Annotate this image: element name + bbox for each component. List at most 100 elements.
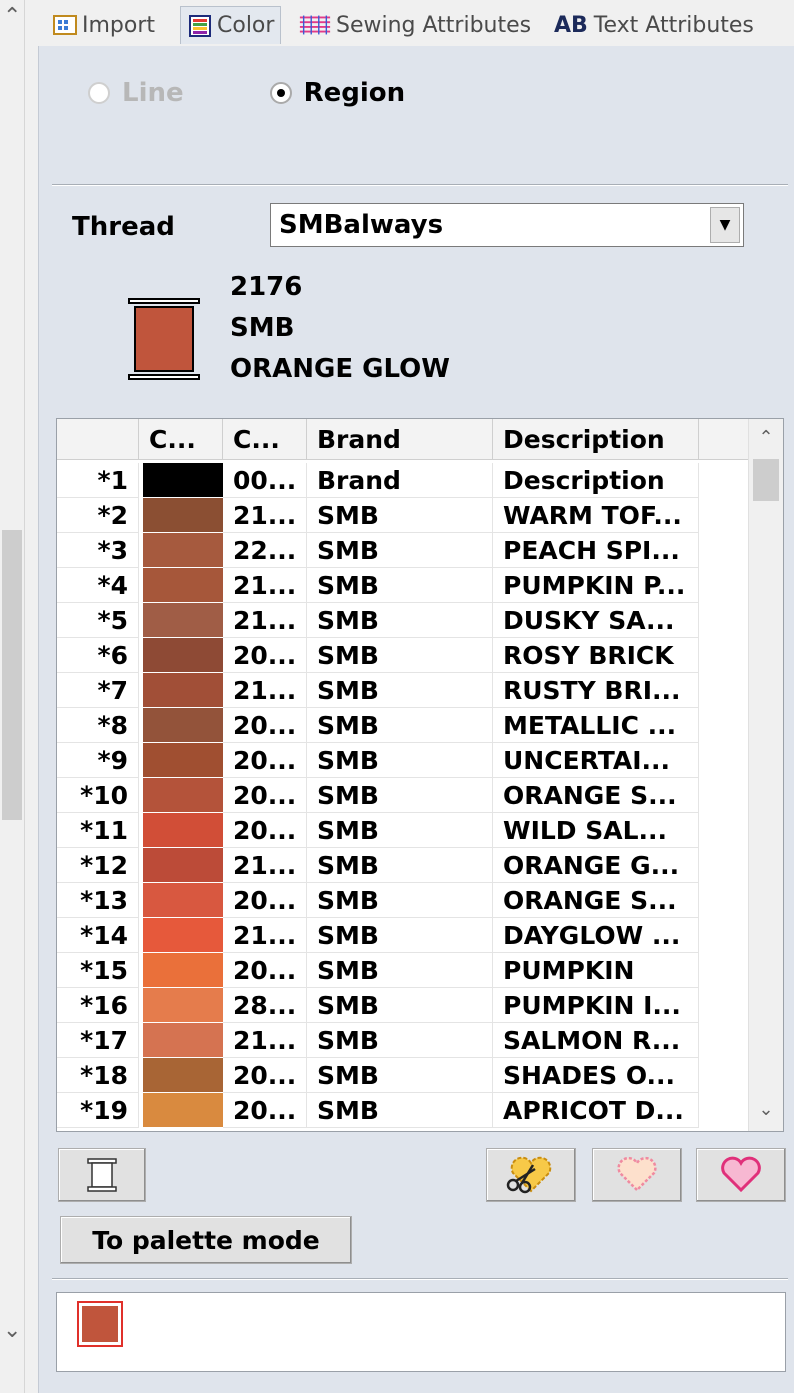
row-index: *6 <box>57 638 139 673</box>
import-grid-icon <box>53 15 77 35</box>
table-row[interactable]: *2 21... SMB WARM TOF... <box>57 498 749 533</box>
row-description: SALMON R... <box>493 1023 699 1058</box>
table-row[interactable]: *11 20... SMB WILD SAL... <box>57 813 749 848</box>
thread-spool-button[interactable] <box>58 1148 146 1202</box>
table-row[interactable]: *10 20... SMB ORANGE S... <box>57 778 749 813</box>
color-swatch <box>143 953 223 988</box>
row-brand: Brand <box>307 463 493 498</box>
mode-radio-group: Line Region <box>88 78 405 108</box>
heart-outline-button[interactable] <box>592 1148 682 1202</box>
row-index: *1 <box>57 463 139 498</box>
table-row[interactable]: *14 21... SMB DAYGLOW ... <box>57 918 749 953</box>
current-color-brand: SMB <box>230 313 295 343</box>
table-scrollbar[interactable]: ⌃ ⌄ <box>748 419 783 1131</box>
thread-dropdown[interactable]: SMBalways ▼ <box>270 203 744 247</box>
column-header-color[interactable]: C... <box>139 419 223 459</box>
row-index: *12 <box>57 848 139 883</box>
row-description: PUMPKIN I... <box>493 988 699 1023</box>
scroll-up-arrow-icon[interactable]: ⌃ <box>3 4 21 29</box>
column-header-brand[interactable]: Brand <box>307 419 493 459</box>
table-row[interactable]: *13 20... SMB ORANGE S... <box>57 883 749 918</box>
color-swatch <box>143 1058 223 1093</box>
row-index: *9 <box>57 743 139 778</box>
left-scrollbar[interactable]: ⌃ ⌄ <box>0 0 25 1393</box>
cut-heart-button[interactable] <box>486 1148 576 1202</box>
tab-import-label: Import <box>82 12 156 38</box>
divider-bottom <box>52 1278 788 1280</box>
table-scroll-thumb[interactable] <box>753 459 779 501</box>
row-brand: SMB <box>307 568 493 603</box>
table-row[interactable]: *5 21... SMB DUSKY SA... <box>57 603 749 638</box>
row-code: 21... <box>223 918 307 953</box>
row-index: *2 <box>57 498 139 533</box>
row-brand: SMB <box>307 953 493 988</box>
palette-color-swatch[interactable] <box>77 1301 123 1347</box>
line-radio-label: Line <box>122 78 184 108</box>
row-index: *5 <box>57 603 139 638</box>
row-description: ORANGE S... <box>493 778 699 813</box>
chevron-down-icon[interactable]: ▼ <box>710 207 740 243</box>
region-radio[interactable] <box>269 82 292 104</box>
column-header-index[interactable] <box>57 419 139 459</box>
table-row[interactable]: *17 21... SMB SALMON R... <box>57 1023 749 1058</box>
current-color-code: 2176 <box>230 272 303 302</box>
table-row[interactable]: *12 21... SMB ORANGE G... <box>57 848 749 883</box>
row-description: ORANGE G... <box>493 848 699 883</box>
tab-text-attributes[interactable]: AB Text Attributes <box>548 6 760 44</box>
color-swatch <box>143 1023 223 1058</box>
tab-bar: Import Color Sewing Attributes AB Text A… <box>40 0 794 46</box>
table-row[interactable]: *6 20... SMB ROSY BRICK <box>57 638 749 673</box>
column-header-code[interactable]: C... <box>223 419 307 459</box>
table-row[interactable]: *8 20... SMB METALLIC ... <box>57 708 749 743</box>
to-palette-mode-label: To palette mode <box>92 1225 320 1255</box>
color-swatch <box>143 708 223 743</box>
row-description: PUMPKIN <box>493 953 699 988</box>
color-swatch <box>143 1093 223 1128</box>
scroll-down-arrow-icon[interactable]: ⌄ <box>3 1318 21 1343</box>
table-row[interactable]: *15 20... SMB PUMPKIN <box>57 953 749 988</box>
scroll-thumb[interactable] <box>2 530 22 820</box>
row-index: *16 <box>57 988 139 1023</box>
palette-preview-box[interactable] <box>56 1292 786 1372</box>
table-row[interactable]: *1 00... Brand Description <box>57 463 749 498</box>
row-description: METALLIC ... <box>493 708 699 743</box>
tab-sewing-attributes[interactable]: Sewing Attributes <box>292 6 537 44</box>
row-code: 20... <box>223 883 307 918</box>
table-row[interactable]: *3 22... SMB PEACH SPI... <box>57 533 749 568</box>
table-scroll-down-icon[interactable]: ⌄ <box>749 1099 783 1120</box>
tab-color[interactable]: Color <box>180 6 282 44</box>
row-index: *11 <box>57 813 139 848</box>
current-color-description: ORANGE GLOW <box>230 354 450 384</box>
row-brand: SMB <box>307 883 493 918</box>
table-row[interactable]: *18 20... SMB SHADES O... <box>57 1058 749 1093</box>
row-index: *13 <box>57 883 139 918</box>
table-row[interactable]: *19 20... SMB APRICOT D... <box>57 1093 749 1128</box>
table-row[interactable]: *9 20... SMB UNCERTAI... <box>57 743 749 778</box>
color-palette-icon <box>189 14 211 37</box>
color-swatch <box>143 638 223 673</box>
row-index: *4 <box>57 568 139 603</box>
heart-pink-button[interactable] <box>696 1148 786 1202</box>
text-ab-icon: AB <box>554 12 588 38</box>
table-row[interactable]: *16 28... SMB PUMPKIN I... <box>57 988 749 1023</box>
row-code: 21... <box>223 603 307 638</box>
row-code: 20... <box>223 813 307 848</box>
tab-import[interactable]: Import <box>46 6 161 44</box>
color-swatch <box>143 603 223 638</box>
line-radio[interactable] <box>88 82 110 104</box>
column-header-description[interactable]: Description <box>493 419 699 459</box>
row-index: *19 <box>57 1093 139 1128</box>
row-brand: SMB <box>307 498 493 533</box>
to-palette-mode-button[interactable]: To palette mode <box>60 1216 352 1264</box>
row-brand: SMB <box>307 918 493 953</box>
table-row[interactable]: *4 21... SMB PUMPKIN P... <box>57 568 749 603</box>
color-swatch <box>143 673 223 708</box>
row-index: *15 <box>57 953 139 988</box>
thread-color-table[interactable]: C... C... Brand Description *1 00... Brand… <box>56 418 784 1132</box>
color-swatch <box>143 988 223 1023</box>
color-swatch <box>143 533 223 568</box>
row-description: PUMPKIN P... <box>493 568 699 603</box>
table-row[interactable]: *7 21... SMB RUSTY BRI... <box>57 673 749 708</box>
scissors-heart-icon <box>506 1156 552 1194</box>
table-scroll-up-icon[interactable]: ⌃ <box>749 427 783 448</box>
